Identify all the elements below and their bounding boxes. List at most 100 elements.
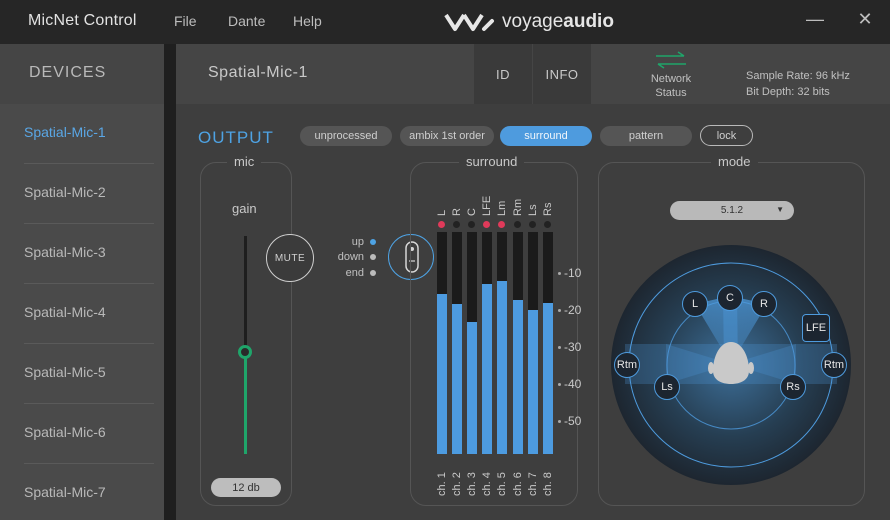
logo-text: voyageaudio xyxy=(502,11,614,33)
orient-down-label[interactable]: down xyxy=(324,251,364,263)
gain-slider-thumb[interactable] xyxy=(238,344,252,359)
channel-number: ch. 6 xyxy=(511,472,524,496)
sidebar-item-spatial-mic-2[interactable]: Spatial-Mic-2 xyxy=(0,164,164,224)
speaker-r[interactable]: R xyxy=(751,291,777,317)
speaker-rtm-left[interactable]: Rtm xyxy=(614,352,640,378)
orient-end-radio[interactable] xyxy=(370,270,376,276)
scale-label: -10 xyxy=(564,266,582,280)
surround-panel-title: surround xyxy=(459,154,525,169)
channel-number: ch. 1 xyxy=(436,472,448,496)
stream-info: Sample Rate: 96 kHz Bit Depth: 32 bits xyxy=(746,68,850,100)
network-label: Network xyxy=(650,73,692,85)
channel-number: ch. 7 xyxy=(526,472,539,496)
menu-dante[interactable]: Dante xyxy=(228,13,265,29)
meter-level xyxy=(542,303,553,454)
channel-number: ch. 2 xyxy=(451,472,464,496)
channel-name: R xyxy=(451,208,464,216)
scale-tick xyxy=(558,346,561,349)
logo-text-a: voyage xyxy=(502,11,564,32)
app-title: MicNet Control xyxy=(28,12,137,29)
menu-file[interactable]: File xyxy=(174,13,197,29)
meter-level xyxy=(497,280,508,454)
sidebar-item-spatial-mic-5[interactable]: Spatial-Mic-5 xyxy=(0,344,164,404)
orient-up-radio[interactable] xyxy=(370,239,376,245)
device-label: Spatial-Mic-2 xyxy=(24,184,106,200)
sidebar-title: DEVICES xyxy=(29,64,107,81)
speaker-ls[interactable]: Ls xyxy=(654,374,680,400)
orient-up-label[interactable]: up xyxy=(324,236,364,248)
mic-panel-title: mic xyxy=(227,154,262,169)
close-button[interactable]: ✕ xyxy=(855,9,875,30)
scale-label: -40 xyxy=(564,377,582,391)
scale-label: -30 xyxy=(564,340,582,354)
info-button[interactable]: INFO xyxy=(533,44,591,104)
sample-rate: Sample Rate: 96 kHz xyxy=(746,70,850,82)
channel-name: L xyxy=(436,209,448,216)
channel-number: ch. 4 xyxy=(481,472,494,496)
sidebar-item-spatial-mic-1[interactable]: Spatial-Mic-1 xyxy=(0,104,164,164)
output-title: OUTPUT xyxy=(198,128,274,147)
gain-value: 12 db xyxy=(211,478,281,497)
speaker-rtm-right[interactable]: Rtm xyxy=(821,352,847,378)
speaker-rs[interactable]: Rs xyxy=(780,374,806,400)
bit-depth: Bit Depth: 32 bits xyxy=(746,86,830,98)
gain-slider-fill xyxy=(244,351,247,454)
channel-name: Ls xyxy=(526,204,539,216)
device-name: Spatial-Mic-1 xyxy=(208,64,308,81)
device-label: Spatial-Mic-1 xyxy=(24,124,106,140)
meter-level xyxy=(467,321,478,454)
surround-format-select[interactable]: 5.1.2 ▼ xyxy=(670,201,794,220)
sidebar-item-spatial-mic-4[interactable]: Spatial-Mic-4 xyxy=(0,284,164,344)
channel-name: C xyxy=(466,208,479,216)
device-sidebar: DEVICES Spatial-Mic-1 Spatial-Mic-2 Spat… xyxy=(0,44,164,520)
speaker-lfe[interactable]: LFE xyxy=(802,314,830,342)
network-status-icon xyxy=(656,51,686,69)
speaker-c[interactable]: C xyxy=(717,285,743,311)
scale-label: -50 xyxy=(564,414,582,428)
sidebar-item-spatial-mic-3[interactable]: Spatial-Mic-3 xyxy=(0,224,164,284)
sidebar-item-spatial-mic-6[interactable]: Spatial-Mic-6 xyxy=(0,404,164,464)
channel-name: Lm xyxy=(496,200,509,216)
device-label: Spatial-Mic-6 xyxy=(24,424,106,440)
mode-ambix-button[interactable]: ambix 1st order xyxy=(400,126,494,146)
logo-text-b: audio xyxy=(563,11,614,32)
logo-icon xyxy=(444,13,494,31)
channel-name: LFE xyxy=(481,195,494,216)
clip-indicator xyxy=(528,221,536,228)
orient-down-radio[interactable] xyxy=(370,254,376,260)
scale-tick xyxy=(558,383,561,386)
sidebar-item-spatial-mic-7[interactable]: Spatial-Mic-7 xyxy=(0,464,164,520)
clip-indicator xyxy=(543,221,551,228)
voyage-audio-logo: voyageaudio xyxy=(444,9,614,35)
device-header: Spatial-Mic-1 ID INFO Network Status Sam… xyxy=(176,44,890,104)
clip-indicator xyxy=(513,221,521,228)
id-button[interactable]: ID xyxy=(474,44,532,104)
mode-pattern-button[interactable]: pattern xyxy=(600,126,692,146)
clip-indicator xyxy=(438,221,445,228)
meter-level xyxy=(512,299,523,454)
lock-button[interactable]: lock xyxy=(700,125,753,146)
mode-surround-button[interactable]: surround xyxy=(500,126,592,146)
device-label: Spatial-Mic-4 xyxy=(24,304,106,320)
device-label: Spatial-Mic-5 xyxy=(24,364,106,380)
meter-level xyxy=(527,309,538,454)
minimize-button[interactable]: — xyxy=(805,9,825,30)
surround-format-value: 5.1.2 xyxy=(720,205,744,216)
device-label: Spatial-Mic-3 xyxy=(24,244,106,260)
orient-end-label[interactable]: end xyxy=(324,267,364,279)
channel-name: Rs xyxy=(541,202,554,216)
speaker-l[interactable]: L xyxy=(682,291,708,317)
scale-tick xyxy=(558,420,561,423)
sidebar-splitter[interactable] xyxy=(164,44,176,520)
mute-button[interactable]: MUTE xyxy=(266,234,314,282)
output-area: OUTPUT unprocessed ambix 1st order surro… xyxy=(176,104,890,520)
meter-level xyxy=(452,304,463,454)
scale-tick xyxy=(558,272,561,275)
scale-tick xyxy=(558,309,561,312)
sidebar-header: DEVICES xyxy=(0,44,164,104)
channel-number: ch. 8 xyxy=(541,472,554,496)
mode-unprocessed-button[interactable]: unprocessed xyxy=(300,126,392,146)
status-label: Status xyxy=(655,87,687,99)
device-label: Spatial-Mic-7 xyxy=(24,484,106,500)
menu-help[interactable]: Help xyxy=(293,13,322,29)
